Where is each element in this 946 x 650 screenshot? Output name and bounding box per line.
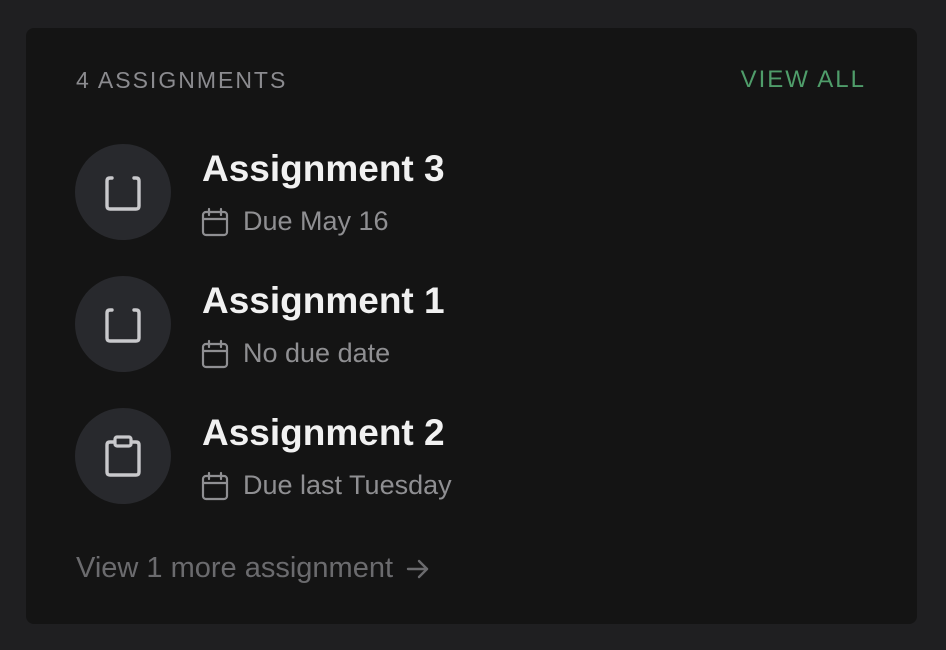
assignment-item[interactable]: Assignment 3 Due May 16 bbox=[75, 144, 875, 240]
calendar-icon bbox=[201, 339, 229, 368]
view-all-link[interactable]: VIEW ALL bbox=[741, 66, 866, 94]
assignment-due: Due May 16 bbox=[200, 206, 389, 237]
arrow-right-icon bbox=[406, 559, 429, 578]
clipboard-icon bbox=[105, 435, 141, 477]
assignment-icon-badge bbox=[75, 408, 171, 504]
assignment-count: 4 ASSIGNMENTS bbox=[76, 66, 288, 93]
assignment-due-text: Due May 16 bbox=[243, 206, 389, 236]
assignment-list: Assignment 3 Due May 16 Assignment 1 No … bbox=[75, 144, 875, 540]
view-more-label: View 1 more assignment bbox=[76, 552, 394, 584]
assignment-due: No due date bbox=[200, 338, 390, 369]
assignments-card: 4 ASSIGNMENTS VIEW ALL Assignment 3 Due … bbox=[26, 28, 917, 624]
assignment-title: Assignment 3 bbox=[202, 148, 445, 189]
square-icon bbox=[105, 176, 141, 211]
assignment-title: Assignment 1 bbox=[202, 280, 445, 321]
assignment-due-text: No due date bbox=[243, 338, 391, 368]
view-more-link[interactable]: View 1 more assignment bbox=[76, 552, 431, 585]
calendar-icon bbox=[201, 471, 229, 500]
calendar-icon bbox=[201, 207, 229, 236]
assignment-title: Assignment 2 bbox=[202, 412, 445, 453]
assignment-item[interactable]: Assignment 1 No due date bbox=[75, 276, 875, 372]
assignment-icon-badge bbox=[75, 276, 171, 372]
assignment-icon-badge bbox=[75, 144, 171, 240]
card-header: 4 ASSIGNMENTS VIEW ALL bbox=[76, 65, 866, 95]
assignment-due-text: Due last Tuesday bbox=[243, 470, 452, 500]
assignment-due: Due last Tuesday bbox=[200, 470, 452, 501]
square-icon bbox=[105, 308, 141, 343]
assignment-item[interactable]: Assignment 2 Due last Tuesday bbox=[75, 408, 875, 504]
